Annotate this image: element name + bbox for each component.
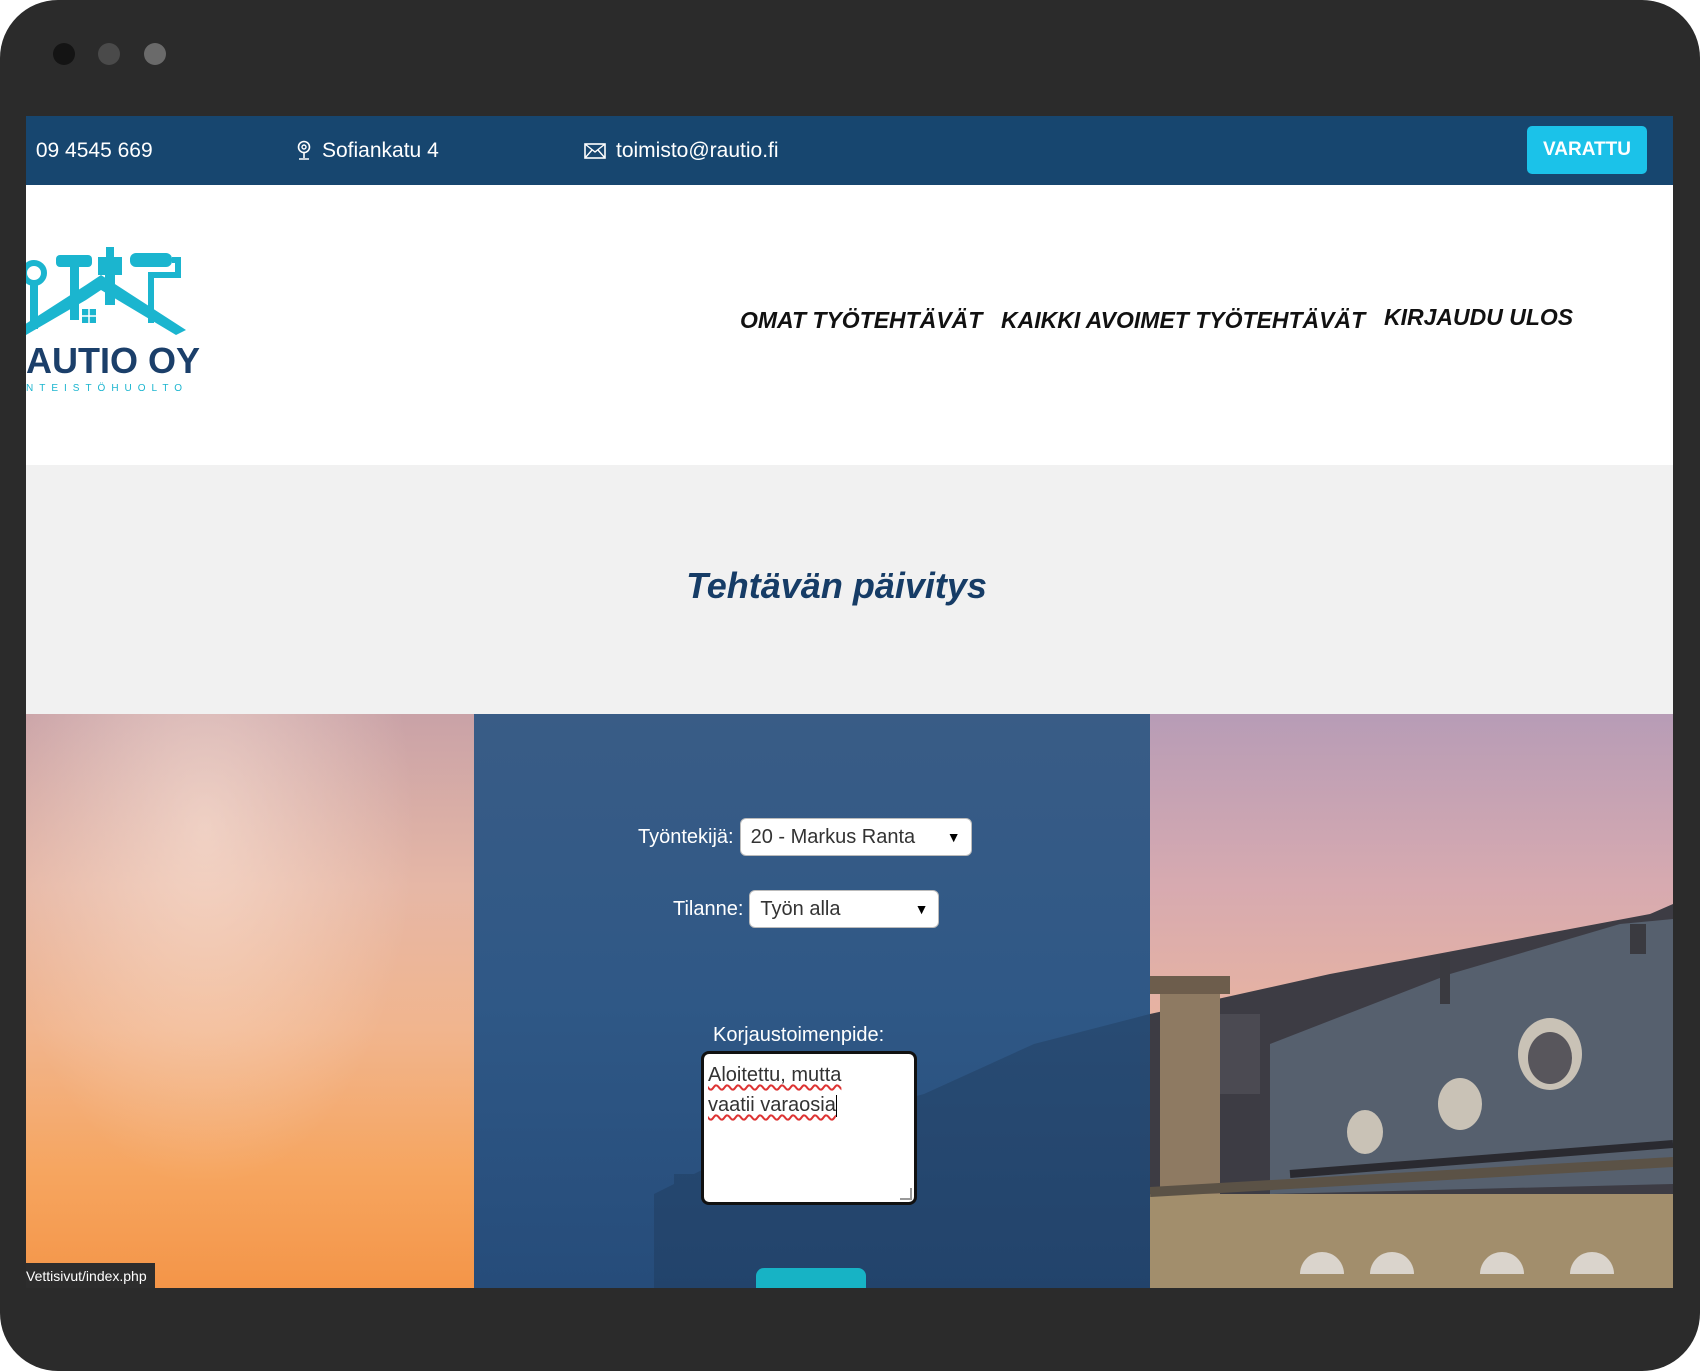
nav-logout[interactable]: KIRJAUDU ULOS <box>1384 304 1573 331</box>
company-tagline: NTEISTÖHUOLTO <box>26 383 189 394</box>
nav-own-tasks[interactable]: OMAT TYÖTEHTÄVÄT <box>740 307 982 334</box>
window-maximize-dot[interactable] <box>144 43 166 65</box>
text-cursor <box>835 1094 837 1117</box>
action-label-row: Korjaustoimenpide: <box>713 1024 884 1047</box>
address-contact: Sofiankatu 4 <box>296 116 439 185</box>
status-bar-url: Vettisivut/index.php <box>26 1263 155 1288</box>
chevron-down-icon: ▼ <box>914 901 929 917</box>
window-minimize-dot[interactable] <box>98 43 120 65</box>
web-page: , 09 4545 669 Sofiankatu 4 toimisto@raut… <box>26 116 1673 1288</box>
page-title: Tehtävän päivitys <box>686 565 987 606</box>
nav-all-open-tasks[interactable]: KAIKKI AVOIMET TYÖTEHTÄVÄT <box>1001 307 1365 334</box>
status-label: Tilanne: <box>673 897 744 920</box>
company-name: AUTIO OY <box>26 340 201 381</box>
status-row: Tilanne: Työn alla ▼ <box>673 890 940 928</box>
tools-house-logo-icon <box>26 247 186 335</box>
email-contact[interactable]: toimisto@rautio.fi <box>584 116 779 185</box>
action-line-1: Aloitettu, mutta <box>708 1064 842 1086</box>
location-pin-icon <box>297 140 311 160</box>
phone-number: 09 4545 669 <box>35 138 153 162</box>
status-select[interactable]: Työn alla ▼ <box>749 890 940 928</box>
company-logo[interactable]: AUTIO OY NTEISTÖHUOLTO <box>26 245 236 395</box>
phone-contact[interactable]: , 09 4545 669 <box>26 116 153 185</box>
status-value: Työn alla <box>760 897 841 920</box>
browser-frame: , 09 4545 669 Sofiankatu 4 toimisto@raut… <box>0 0 1700 1371</box>
title-section: Tehtävän päivitys <box>26 465 1673 714</box>
employee-label: Työntekijä: <box>638 825 734 848</box>
site-header: AUTIO OY NTEISTÖHUOLTO OMAT TYÖTEHTÄVÄT … <box>26 185 1673 465</box>
contact-bar: , 09 4545 669 Sofiankatu 4 toimisto@raut… <box>26 116 1673 185</box>
chevron-down-icon: ▼ <box>946 829 961 845</box>
window-close-dot[interactable] <box>53 43 75 65</box>
action-label: Korjaustoimenpide: <box>713 1024 885 1046</box>
action-line-2: vaatii varaosia <box>708 1094 836 1116</box>
address-text: Sofiankatu 4 <box>322 138 439 162</box>
rooftop-illustration <box>1150 904 1673 1288</box>
employee-value: 20 - Markus Ranta <box>750 825 916 848</box>
email-text: toimisto@rautio.fi <box>616 138 779 162</box>
employee-row: Työntekijä: 20 - Markus Ranta ▼ <box>638 818 972 856</box>
varattu-button[interactable]: VARATTU <box>1527 126 1647 174</box>
action-textarea[interactable]: Aloitettu, mutta vaatii varaosia <box>701 1051 917 1205</box>
sky-background-image <box>26 714 474 1288</box>
resize-handle[interactable] <box>900 1188 912 1200</box>
employee-select[interactable]: 20 - Markus Ranta ▼ <box>739 818 972 856</box>
mail-icon <box>584 142 606 159</box>
phone-icon: , <box>26 139 28 163</box>
rooftop-background-image <box>1150 714 1673 1288</box>
submit-button[interactable] <box>756 1268 866 1288</box>
